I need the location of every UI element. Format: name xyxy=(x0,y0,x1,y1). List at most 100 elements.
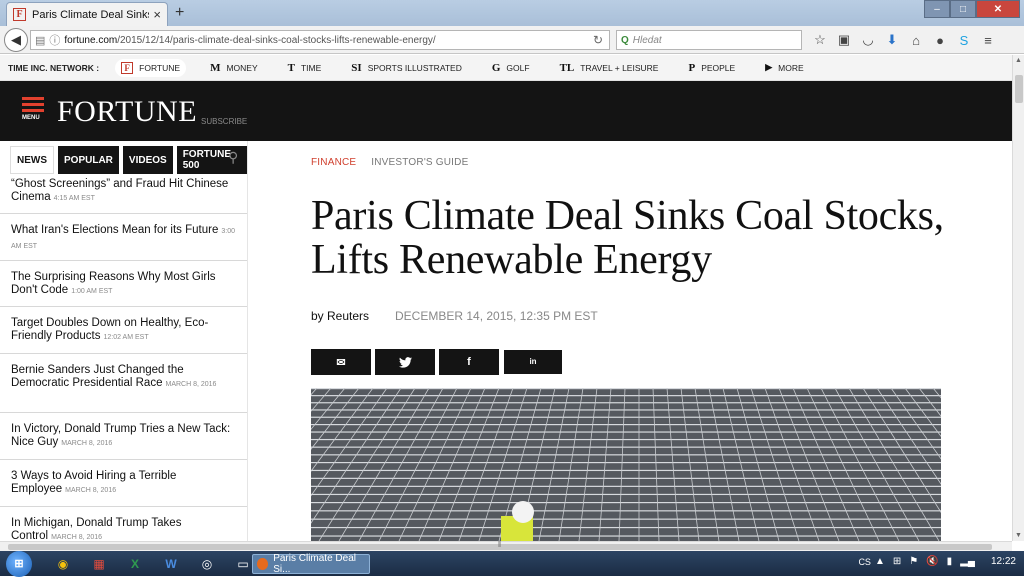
browser-tab-active[interactable]: F Paris Climate Deal Sinks Co... × xyxy=(6,2,168,26)
pinned-apps: ◉ ▦ X W ◎ ▭ xyxy=(50,554,256,574)
scroll-down-icon[interactable]: ▼ xyxy=(1015,532,1022,539)
email-share-button[interactable]: ✉ xyxy=(311,349,371,375)
play-arrow-icon: ▶ xyxy=(765,62,773,72)
close-tab-icon[interactable]: × xyxy=(153,7,161,22)
list-item[interactable]: 3 Ways to Avoid Hiring a Terrible Employ… xyxy=(0,460,247,507)
network-item-travel-leisure[interactable]: TL TRAVEL + LEISURE xyxy=(554,59,665,77)
list-item-title: “Ghost Screenings” and Fraud Hit Chinese… xyxy=(11,178,229,203)
list-item[interactable]: Bernie Sanders Just Changed the Democrat… xyxy=(0,354,247,413)
network-item-money[interactable]: M MONEY xyxy=(204,59,264,77)
subscribe-link[interactable]: SUBSCRIBE xyxy=(201,117,247,126)
category-finance-link[interactable]: FINANCE xyxy=(311,157,356,168)
fortune-logo[interactable]: FORTUNE xyxy=(57,95,197,129)
close-window-button[interactable]: ✕ xyxy=(976,0,1020,18)
people-logo-icon: P xyxy=(688,61,696,74)
network-item-label: TRAVEL + LEISURE xyxy=(580,62,659,73)
network-item-golf[interactable]: G GOLF xyxy=(486,59,536,77)
category-investors-guide-link[interactable]: INVESTOR'S GUIDE xyxy=(371,157,468,168)
clock[interactable]: 12:22 xyxy=(991,556,1016,567)
toolbar-icons: ☆ ▣ ◡ ⬇ ⌂ ● S ≡ xyxy=(808,30,1000,50)
back-button[interactable]: ◀ xyxy=(4,28,28,52)
tab-title: Paris Climate Deal Sinks Co... xyxy=(32,8,149,21)
word-icon[interactable]: W xyxy=(158,554,184,574)
list-item[interactable]: In Victory, Donald Trump Tries a New Tac… xyxy=(0,413,247,460)
list-item[interactable]: What Iran's Elections Mean for its Futur… xyxy=(0,214,247,261)
search-placeholder: Hledat xyxy=(632,34,662,46)
search-input[interactable]: Q Hledat xyxy=(616,30,802,50)
network-item-sports-illustrated[interactable]: SI SPORTS ILLUSTRATED xyxy=(345,59,468,77)
battery-icon[interactable]: ▮ xyxy=(947,556,953,567)
show-hidden-icons-icon[interactable]: ▲ xyxy=(875,556,885,567)
network-item-label: PEOPLE xyxy=(701,62,736,73)
horizontal-scrollbar[interactable]: ⦀ xyxy=(0,540,1012,551)
bookmark-star-icon[interactable]: ☆ xyxy=(808,30,832,50)
firefox-icon xyxy=(257,558,269,570)
chrome-icon[interactable]: ◉ xyxy=(50,554,76,574)
maximize-button[interactable]: □ xyxy=(950,0,976,18)
flag-icon[interactable]: ⚑ xyxy=(909,556,918,567)
page-icon: ▤ xyxy=(35,34,46,47)
menu-button[interactable]: MENU xyxy=(22,97,44,121)
list-item-title: In Victory, Donald Trump Tries a New Tac… xyxy=(11,423,231,448)
network-item-time[interactable]: T TIME xyxy=(282,59,328,77)
skype-icon[interactable]: S xyxy=(952,30,976,50)
info-icon[interactable]: ⓘ xyxy=(49,32,60,48)
media-player-icon[interactable]: ◎ xyxy=(194,554,220,574)
twitter-share-button[interactable] xyxy=(375,349,435,375)
minimize-button[interactable]: – xyxy=(924,0,950,18)
browser-nav-bar: ◀ ▤ ⓘ fortune.com /2015/12/14/paris-clim… xyxy=(0,26,1024,54)
search-icon[interactable]: ⚲ xyxy=(228,149,238,166)
network-item-more[interactable]: ▶ MORE xyxy=(759,59,809,76)
fortune-favicon-icon: F xyxy=(13,8,26,21)
start-button[interactable]: ⊞ xyxy=(6,550,32,577)
search-engine-icon[interactable]: Q xyxy=(621,35,629,46)
scroll-up-icon[interactable]: ▲ xyxy=(1015,57,1022,64)
hamburger-menu-icon[interactable]: ≡ xyxy=(976,30,1000,50)
network-item-label: FORTUNE xyxy=(139,62,181,73)
taskbar-browser-task[interactable]: Paris Climate Deal Si... xyxy=(252,553,370,575)
url-bar[interactable]: ▤ ⓘ fortune.com /2015/12/14/paris-climat… xyxy=(30,30,610,50)
tab-popular[interactable]: POPULAR xyxy=(58,146,119,174)
menu-label: MENU xyxy=(22,115,40,121)
reload-icon[interactable]: ↻ xyxy=(593,33,603,47)
list-item[interactable]: The Surprising Reasons Why Most Girls Do… xyxy=(0,261,247,307)
chat-icon[interactable]: ● xyxy=(928,30,952,50)
excel-icon[interactable]: X xyxy=(122,554,148,574)
new-tab-button[interactable]: + xyxy=(175,4,184,22)
news-sidebar: NEWS POPULAR VIDEOS FORTUNE 500 ⚲ “Ghost… xyxy=(0,141,248,541)
window-controls: – □ ✕ xyxy=(924,0,1020,18)
network-icon[interactable]: ▂▄ xyxy=(960,556,975,567)
windows-logo-icon: ⊞ xyxy=(14,558,24,570)
twitter-icon xyxy=(398,356,412,368)
vertical-scrollbar[interactable]: ▲ ▼ xyxy=(1012,55,1024,541)
site-header: MENU FORTUNE SUBSCRIBE xyxy=(0,81,1012,141)
list-item[interactable]: Target Doubles Down on Healthy, Eco-Frie… xyxy=(0,307,247,354)
fortune-logo-icon: F xyxy=(121,61,134,74)
pocket-icon[interactable]: ◡ xyxy=(856,30,880,50)
language-indicator[interactable]: CS xyxy=(858,557,871,567)
network-item-people[interactable]: P PEOPLE xyxy=(682,59,741,77)
golf-logo-icon: G xyxy=(491,61,501,74)
download-icon[interactable]: ⬇ xyxy=(880,30,904,50)
facebook-share-button[interactable]: f xyxy=(439,349,499,375)
home-icon[interactable]: ⌂ xyxy=(904,30,928,50)
list-item[interactable]: “Ghost Screenings” and Fraud Hit Chinese… xyxy=(0,177,247,214)
windows-apps-icon[interactable]: ⊞ xyxy=(893,556,901,567)
linkedin-share-button[interactable]: in xyxy=(503,349,563,375)
list-item-time: MARCH 8, 2016 xyxy=(165,380,217,388)
facebook-icon: f xyxy=(439,349,499,375)
network-item-label: MORE xyxy=(778,62,804,73)
url-domain: fortune.com xyxy=(64,34,118,46)
list-item[interactable]: In Michigan, Donald Trump Takes Control M… xyxy=(0,507,247,541)
article-byline[interactable]: by Reuters xyxy=(311,309,369,323)
flag-app-icon[interactable]: ▦ xyxy=(86,554,112,574)
volume-muted-icon[interactable]: 🔇 xyxy=(926,556,938,567)
email-icon: ✉ xyxy=(311,349,371,375)
scroll-thumb[interactable] xyxy=(1015,75,1023,103)
reading-list-icon[interactable]: ▣ xyxy=(832,30,856,50)
article-hero-image xyxy=(311,388,941,541)
tab-videos[interactable]: VIDEOS xyxy=(122,146,173,174)
network-bar: TIME INC. NETWORK : F FORTUNE M MONEY T … xyxy=(0,55,1012,81)
tab-news[interactable]: NEWS xyxy=(10,146,54,174)
network-item-fortune[interactable]: F FORTUNE xyxy=(115,58,187,77)
